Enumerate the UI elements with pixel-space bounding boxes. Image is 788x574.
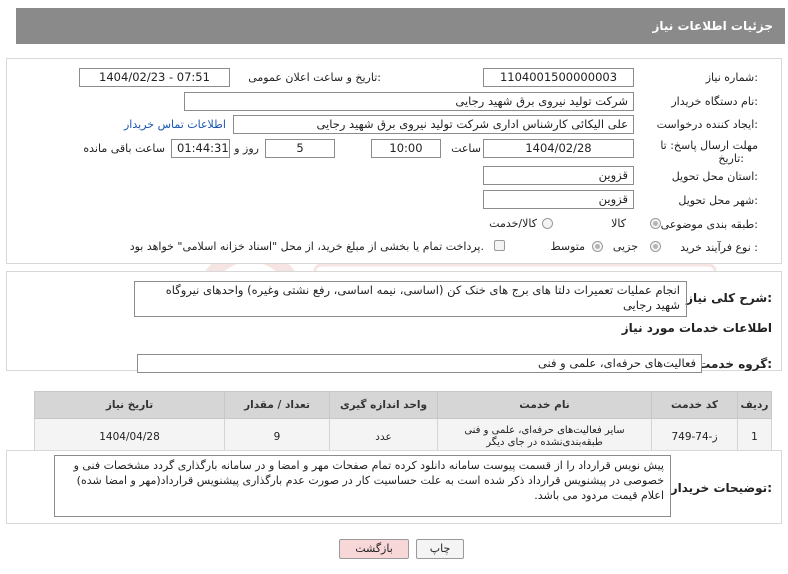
- category-goods-radio[interactable]: [650, 218, 661, 229]
- announce-date-field: 1404/02/23 - 07:51: [79, 68, 230, 87]
- deadline-date-field: 1404/02/28: [483, 139, 634, 158]
- request-creator-field: علی الیکائی کارشناس اداری شرکت تولید نیر…: [233, 115, 634, 134]
- page-header: جزئیات اطلاعات نیاز: [16, 8, 785, 44]
- col-need-date: تاریخ نیاز: [34, 391, 225, 419]
- buyer-notes-label: توضیحات خریدار:: [670, 481, 772, 495]
- description-label: شرح کلی نیاز:: [686, 291, 772, 305]
- category-goods-label: کالا: [611, 217, 626, 230]
- days-remaining-field: 5: [265, 139, 335, 158]
- back-button[interactable]: بازگشت: [339, 539, 409, 559]
- treasury-payment-note: پرداخت تمام یا بخشی از مبلغ خرید، از محل…: [129, 240, 484, 253]
- category-goods-service-label: کالا/خدمت: [489, 217, 537, 230]
- need-number-field: 1104001500000003: [483, 68, 634, 87]
- buyer-notes-textarea[interactable]: پیش نویس قرارداد را از قسمت پیوست سامانه…: [54, 455, 671, 517]
- city-label: شهر محل تحویل:: [678, 194, 758, 207]
- need-info-panel: [6, 58, 782, 264]
- print-button[interactable]: چاپ: [416, 539, 464, 559]
- need-number-label: شماره نیاز:: [705, 71, 758, 84]
- city-field: قزوین: [483, 190, 634, 209]
- purchase-medium-radio[interactable]: [592, 241, 603, 252]
- remaining-time-field: 01:44:31: [171, 139, 230, 158]
- category-label: طبقه بندی موضوعی:: [660, 218, 758, 231]
- request-creator-label: ایجاد کننده درخواست:: [656, 118, 758, 131]
- province-field: قزوین: [483, 166, 634, 185]
- deadline-label-2: تاریخ:: [718, 152, 744, 165]
- days-label: روز و: [234, 142, 259, 155]
- purchase-type-label: نوع فرآیند خرید :: [680, 241, 758, 254]
- page-title: جزئیات اطلاعات نیاز: [652, 19, 773, 33]
- category-goods-service-radio[interactable]: [542, 218, 553, 229]
- col-row: ردیف: [737, 391, 772, 419]
- purchase-medium-label: متوسط: [550, 240, 585, 253]
- col-unit: واحد اندازه گیری: [329, 391, 438, 419]
- service-group-field: فعالیت‌های حرفه‌ای، علمی و فنی: [137, 354, 702, 373]
- province-label: استان محل تحویل:: [671, 170, 758, 183]
- remaining-time-label: ساعت باقی مانده: [83, 142, 165, 155]
- purchase-partial-label: جزیی: [612, 240, 638, 253]
- services-table: ردیف کد خدمت نام خدمت واحد اندازه گیری ت…: [34, 391, 772, 456]
- service-group-label: گروه خدمت:: [698, 357, 772, 371]
- deadline-label-1: مهلت ارسال پاسخ: تا: [660, 139, 758, 152]
- services-section-title: اطلاعات خدمات مورد نیاز: [621, 321, 772, 335]
- purchase-partial-radio[interactable]: [650, 241, 661, 252]
- buyer-name-field: شرکت تولید نیروی برق شهید رجایی: [184, 92, 634, 111]
- deadline-time-label: ساعت: [451, 142, 481, 155]
- announce-date-label: تاریخ و ساعت اعلان عمومی:: [248, 71, 381, 84]
- description-textarea[interactable]: انجام عملیات تعمیرات دلتا های برج های خن…: [134, 281, 687, 317]
- deadline-time-field: 10:00: [371, 139, 441, 158]
- buyer-name-label: نام دستگاه خریدار:: [671, 95, 758, 108]
- col-quantity: تعداد / مقدار: [224, 391, 330, 419]
- buyer-contact-link[interactable]: اطلاعات تماس خریدار: [124, 118, 226, 131]
- col-service-code: کد خدمت: [651, 391, 738, 419]
- col-service-name: نام خدمت: [437, 391, 652, 419]
- treasury-payment-checkbox[interactable]: [494, 240, 505, 251]
